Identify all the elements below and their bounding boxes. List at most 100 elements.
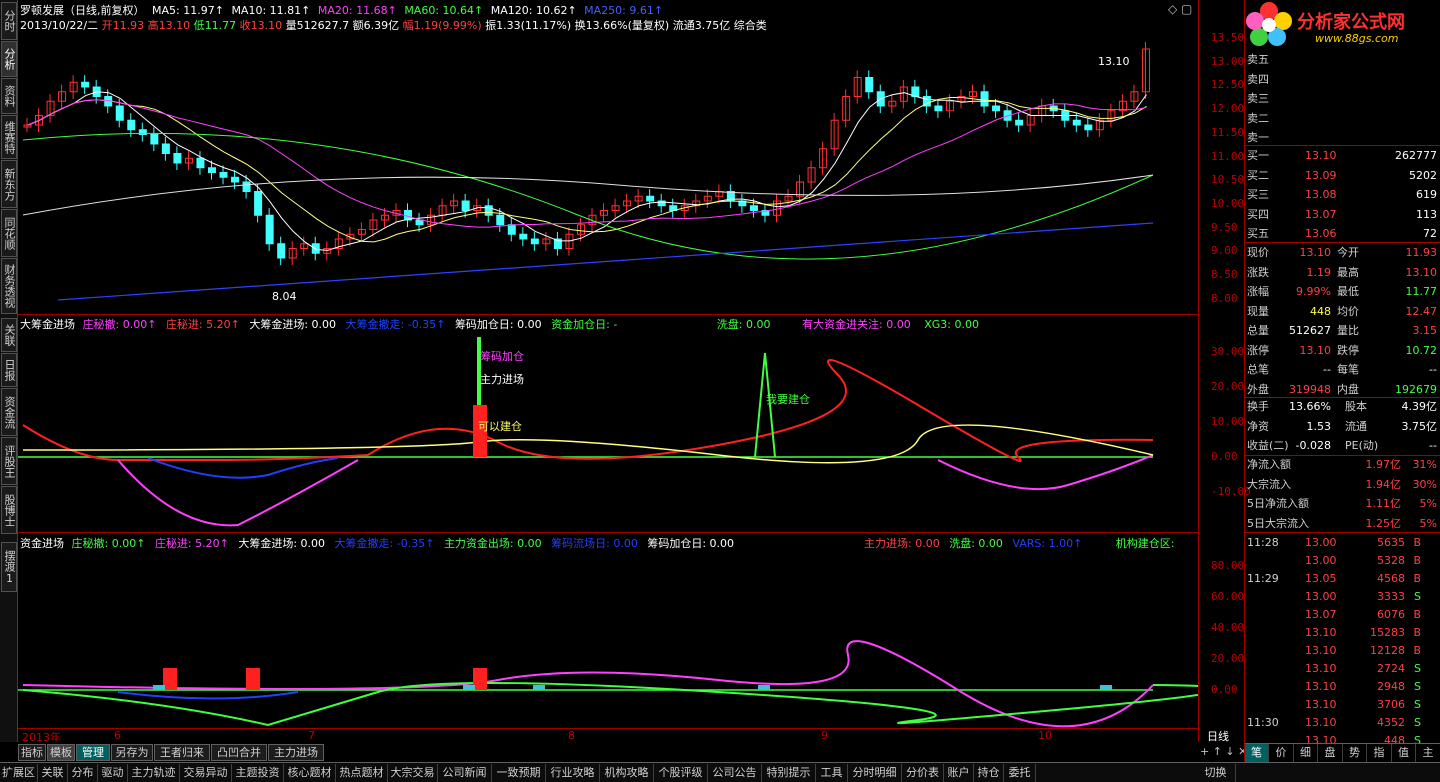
tick-row: 13.00 3333 S bbox=[1245, 587, 1440, 607]
function-button[interactable]: 驱动 bbox=[98, 764, 128, 782]
candle-body bbox=[242, 181, 251, 192]
tab-guboshi[interactable]: 股博士 bbox=[1, 486, 17, 534]
right-tab[interactable]: 指 bbox=[1368, 744, 1392, 762]
tab-ziliao[interactable]: 资料 bbox=[1, 78, 17, 114]
quote-cell: 13.07 bbox=[1305, 207, 1337, 221]
logo-url: www.88gs.com bbox=[1315, 32, 1399, 45]
quote-cell: 内盘 bbox=[1337, 382, 1359, 396]
quote-cell: 最高 bbox=[1337, 265, 1359, 279]
right-tab[interactable]: 细 bbox=[1294, 744, 1318, 762]
function-button[interactable]: 机构攻略 bbox=[600, 764, 654, 782]
sell-level: 卖三 bbox=[1245, 89, 1440, 109]
function-button[interactable]: 主力轨迹 bbox=[128, 764, 180, 782]
function-button[interactable]: 公司公告 bbox=[708, 764, 762, 782]
quote-cell: 5% bbox=[1419, 497, 1437, 510]
tab-indicator[interactable]: 指标 bbox=[18, 744, 46, 761]
chart-area[interactable] bbox=[18, 30, 1198, 742]
candle-body bbox=[150, 134, 159, 145]
function-button[interactable]: 行业攻略 bbox=[546, 764, 600, 782]
candle-body bbox=[81, 81, 90, 88]
function-button[interactable]: 分价表 bbox=[902, 764, 944, 782]
right-tab[interactable]: 笔 bbox=[1245, 744, 1269, 762]
tab-pinggu[interactable]: 评股王 bbox=[1, 437, 17, 485]
ind2-label: 主力资金出场: 0.00 bbox=[443, 537, 542, 550]
tab-baidu[interactable]: 摆渡1 bbox=[1, 542, 17, 592]
quote-cell: B bbox=[1413, 572, 1421, 585]
quote-cell: 13.10 bbox=[1305, 149, 1337, 162]
tab-caiwu[interactable]: 财务透视 bbox=[1, 258, 17, 314]
quote-row: 涨停 13.10 跌停 10.72 bbox=[1245, 341, 1440, 361]
period-label[interactable]: 日线 bbox=[1207, 728, 1229, 744]
quote-cell: 1.94亿 bbox=[1365, 477, 1402, 491]
function-button[interactable]: 大宗交易 bbox=[388, 764, 438, 782]
candle-body bbox=[311, 243, 320, 254]
quote-cell: 6076 bbox=[1377, 608, 1405, 621]
function-button[interactable]: 分时明细 bbox=[848, 764, 902, 782]
right-tab[interactable]: 势 bbox=[1343, 744, 1367, 762]
red-bar bbox=[246, 668, 260, 690]
tab-zhuli[interactable]: 主力进场 bbox=[268, 744, 324, 761]
function-button[interactable]: 委托 bbox=[1004, 764, 1036, 782]
ind2-label: 洗盘: 0.00 bbox=[949, 537, 1003, 550]
zoom-controls[interactable]: + ↑ ↓ ✕ bbox=[1200, 745, 1247, 758]
divider bbox=[1245, 397, 1440, 398]
tab-ribao[interactable]: 日报 bbox=[1, 353, 17, 387]
quote-cell: 13.06 bbox=[1305, 227, 1337, 240]
tab-manage[interactable]: 管理 bbox=[76, 744, 110, 761]
function-button[interactable]: 一致预期 bbox=[492, 764, 546, 782]
right-tab[interactable]: 值 bbox=[1392, 744, 1416, 762]
function-button[interactable]: 个股评级 bbox=[654, 764, 708, 782]
function-button[interactable]: 交易异动 bbox=[180, 764, 232, 782]
tab-fenshi[interactable]: 分时 bbox=[1, 2, 17, 40]
buy-level: 买三 13.08 619 bbox=[1245, 185, 1440, 205]
quote-cell: 13.10 bbox=[1305, 644, 1337, 657]
quote-cell: 今开 bbox=[1337, 246, 1359, 259]
function-button[interactable]: 公司新闻 bbox=[438, 764, 492, 782]
red-curve bbox=[22, 359, 1154, 462]
quote-cell: 10.72 bbox=[1405, 343, 1438, 357]
quote-cell: 现价 bbox=[1247, 246, 1269, 259]
tab-guanlian[interactable]: 关联 bbox=[1, 318, 17, 352]
y-tick: 40.00 bbox=[1211, 621, 1245, 634]
function-button[interactable]: 关联 bbox=[38, 764, 68, 782]
flow-row: 5日大宗流入 1.25亿 5% bbox=[1245, 514, 1440, 534]
window-controls-icon[interactable]: ◇ ▢ bbox=[1168, 2, 1192, 16]
magenta-curve bbox=[22, 640, 1154, 728]
function-button[interactable]: 核心题材 bbox=[284, 764, 336, 782]
tab-fenxi[interactable]: 分析 bbox=[1, 41, 17, 77]
tab-tuao[interactable]: 凸凹合并 bbox=[211, 744, 267, 761]
tab-tonghuashun[interactable]: 同花顺 bbox=[1, 209, 17, 257]
tab-saveas[interactable]: 另存为 bbox=[111, 744, 153, 761]
quote-cell: 总量 bbox=[1247, 324, 1269, 337]
function-button[interactable]: 主题投资 bbox=[232, 764, 284, 782]
tab-xindongfang[interactable]: 新东方 bbox=[1, 160, 17, 208]
right-tab[interactable]: 价 bbox=[1270, 744, 1294, 762]
quote-cell: 262777 bbox=[1395, 149, 1437, 162]
function-button[interactable]: 特别提示 bbox=[762, 764, 816, 782]
buy-level: 买四 13.07 113 bbox=[1245, 205, 1440, 225]
tab-weisaite[interactable]: 维赛特 bbox=[1, 115, 17, 159]
quote-cell: 收益(二) bbox=[1247, 439, 1289, 452]
function-button[interactable]: 持仓 bbox=[974, 764, 1004, 782]
right-tab[interactable]: 盘 bbox=[1319, 744, 1343, 762]
function-button[interactable]: 切换 bbox=[1196, 764, 1236, 782]
quote-cell: 外盘 bbox=[1247, 382, 1269, 396]
tab-template[interactable]: 模板 bbox=[47, 744, 75, 761]
function-button[interactable]: 热点题材 bbox=[336, 764, 388, 782]
function-button[interactable]: 分布 bbox=[68, 764, 98, 782]
function-button[interactable]: 账户 bbox=[944, 764, 974, 782]
sell-label: 卖二 bbox=[1247, 111, 1269, 125]
tab-zijinliu[interactable]: 资金流 bbox=[1, 388, 17, 436]
sell-level: 卖五 bbox=[1245, 50, 1440, 70]
quote-cell: 涨跌 bbox=[1247, 265, 1269, 279]
quote-cell: 4.39亿 bbox=[1401, 400, 1438, 413]
quote-cell: 192679 bbox=[1395, 382, 1437, 396]
tab-wangzhe[interactable]: 王者归来 bbox=[154, 744, 210, 761]
function-button[interactable]: 扩展区 bbox=[0, 764, 38, 782]
quote-cell: S bbox=[1414, 680, 1421, 693]
function-button[interactable]: 工具 bbox=[816, 764, 848, 782]
right-tab[interactable]: 主 bbox=[1417, 744, 1440, 762]
cyan-mark bbox=[1100, 685, 1112, 690]
candle-body bbox=[646, 195, 655, 202]
ma20-label: MA20: 11.68↑ bbox=[317, 4, 397, 17]
